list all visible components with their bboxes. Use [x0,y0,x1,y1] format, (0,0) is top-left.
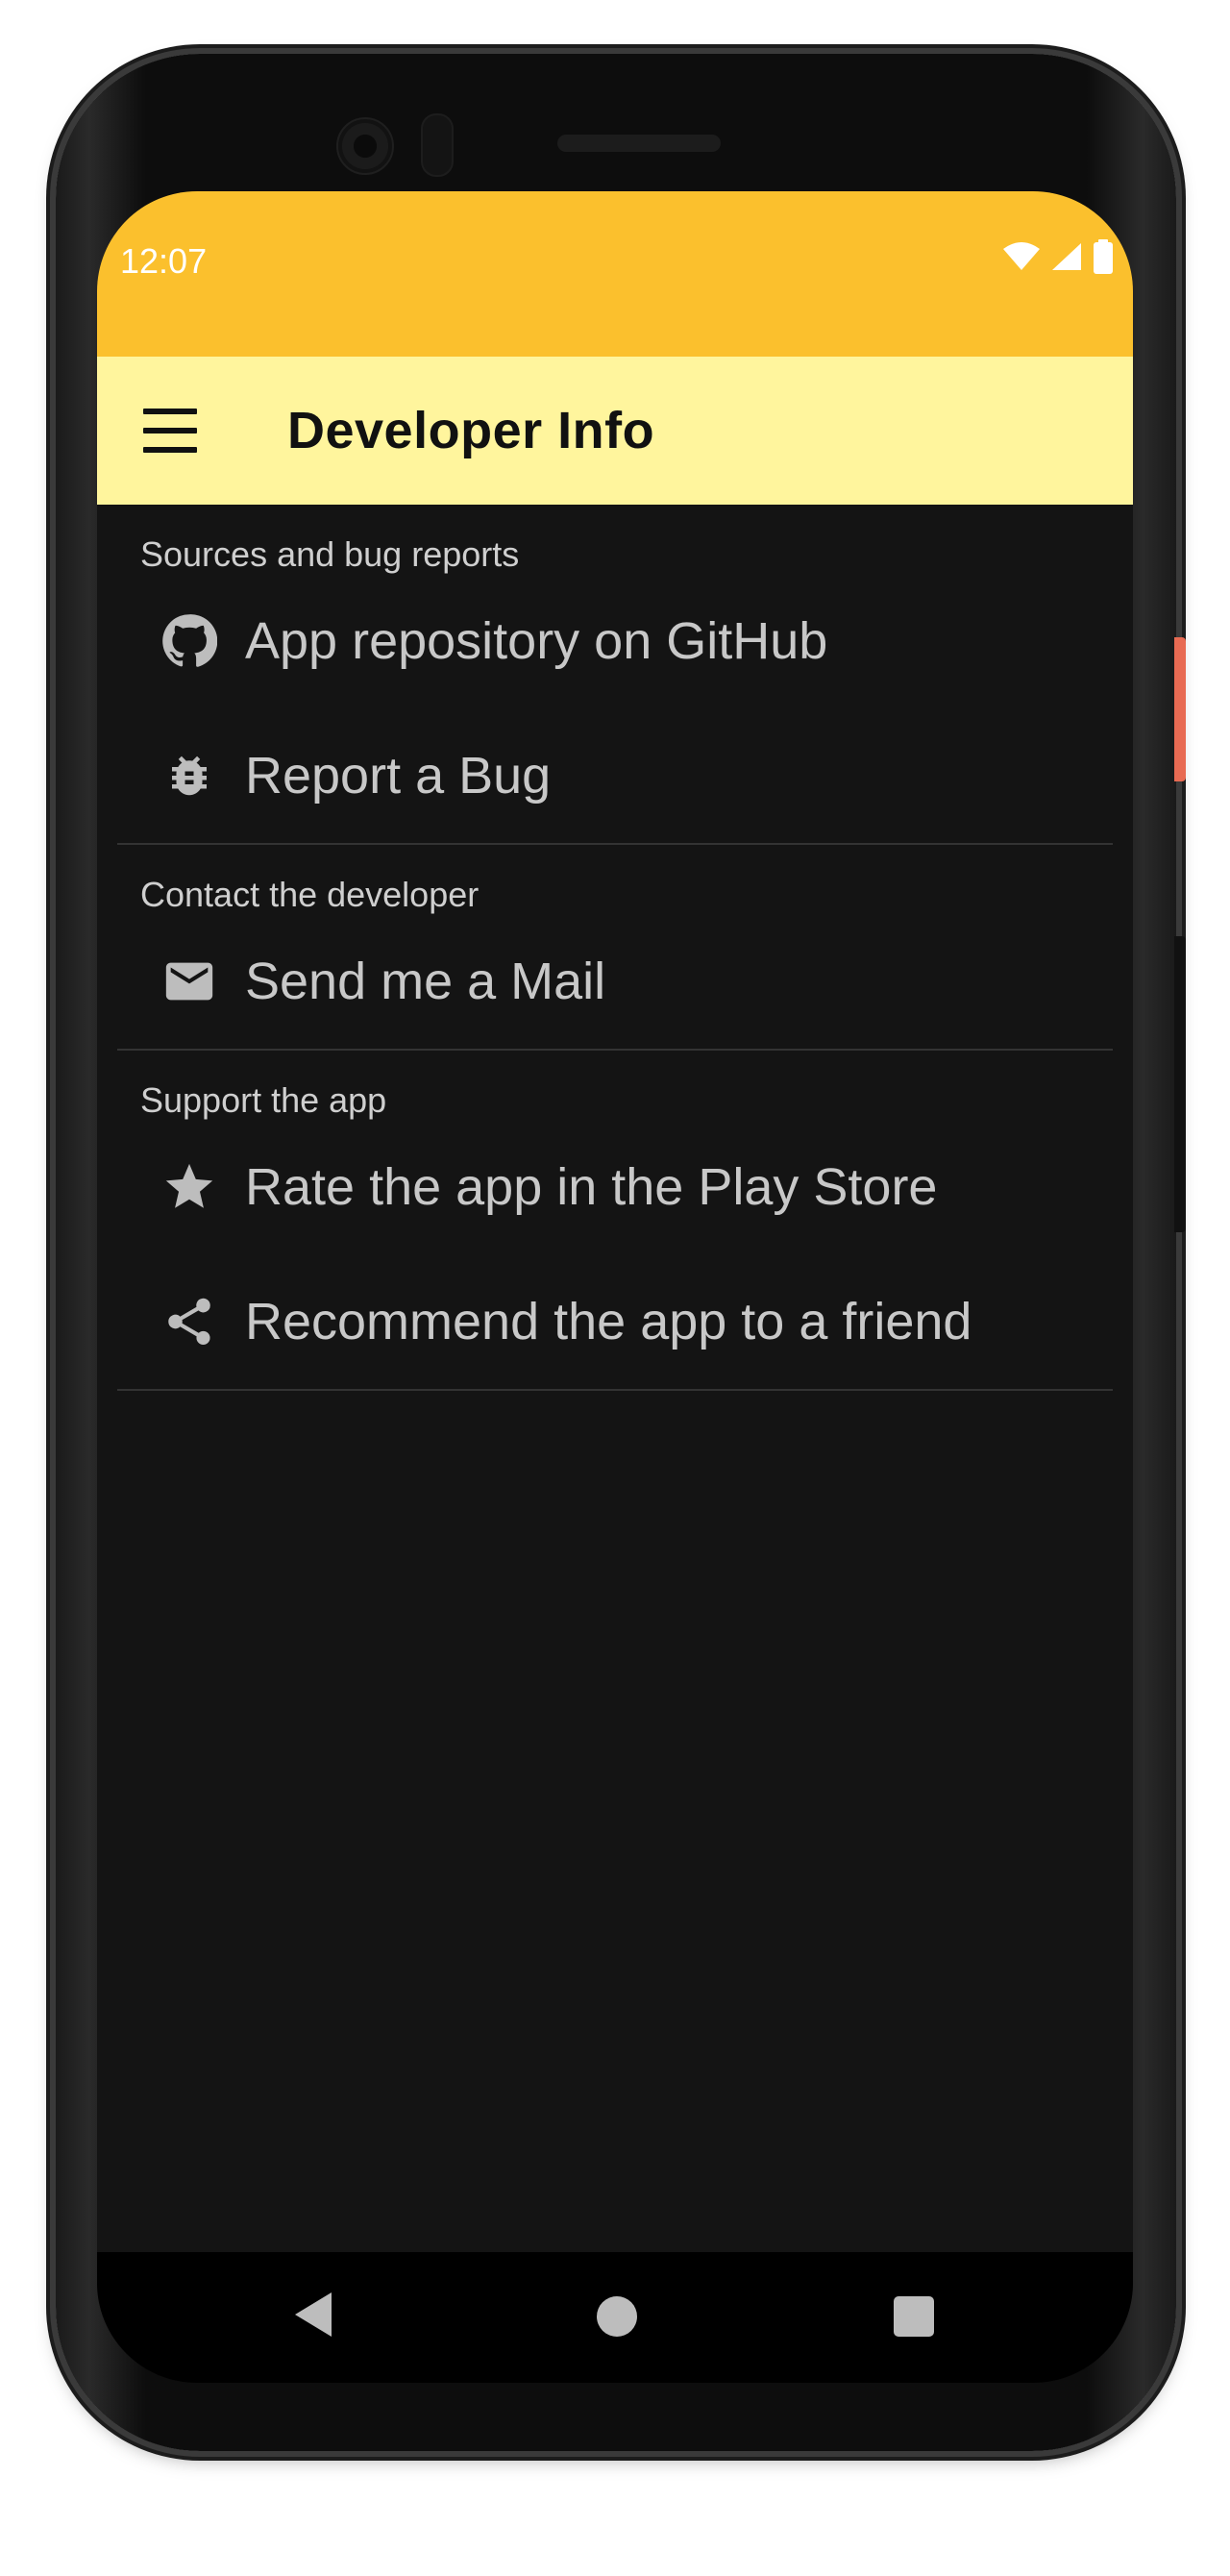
item-label: App repository on GitHub [245,612,828,670]
hamburger-menu-icon[interactable] [143,409,197,453]
github-repo-item[interactable]: App repository on GitHub [117,574,1113,708]
item-label: Send me a Mail [245,953,606,1010]
home-icon[interactable] [597,2296,637,2337]
screen: 12:07 Developer Info Sources and bug rep… [97,191,1133,2383]
recommend-app-item[interactable]: Recommend the app to a friend [117,1254,1113,1389]
status-bar: 12:07 [97,191,1133,357]
recents-icon[interactable] [894,2296,934,2337]
section-support: Support the app Rate the app in the Play… [117,1051,1113,1391]
front-camera [336,117,394,175]
section-header: Sources and bug reports [140,534,520,574]
wifi-icon [1003,242,1040,270]
mail-icon [160,953,218,1010]
status-time: 12:07 [120,241,208,281]
app-bar: Developer Info [97,357,1133,505]
volume-button [1174,936,1186,1232]
menu-line [143,428,197,433]
github-icon [160,612,218,670]
earpiece-speaker [557,135,721,152]
star-icon [160,1158,218,1216]
menu-line [143,447,197,453]
status-icons [1002,237,1114,276]
share-icon [160,1293,218,1350]
navigation-bar [97,2252,1133,2383]
section-contact: Contact the developer Send me a Mail [117,845,1113,1051]
developer-info-list: Sources and bug reports App repository o… [97,505,1133,1391]
bug-icon [160,747,218,805]
report-bug-item[interactable]: Report a Bug [117,708,1113,843]
section-sources: Sources and bug reports App repository o… [117,505,1113,845]
back-icon[interactable] [293,2291,333,2339]
rate-app-item[interactable]: Rate the app in the Play Store [117,1120,1113,1254]
battery-icon [1094,239,1113,274]
menu-line [143,409,197,414]
item-label: Report a Bug [245,747,552,805]
item-label: Rate the app in the Play Store [245,1158,938,1216]
proximity-sensor [421,113,454,177]
power-button [1174,637,1186,781]
item-label: Recommend the app to a friend [245,1293,972,1350]
section-header: Contact the developer [140,875,480,914]
signal-icon [1052,243,1081,270]
page-title: Developer Info [287,402,655,459]
section-header: Support the app [140,1080,387,1120]
send-mail-item[interactable]: Send me a Mail [117,914,1113,1049]
